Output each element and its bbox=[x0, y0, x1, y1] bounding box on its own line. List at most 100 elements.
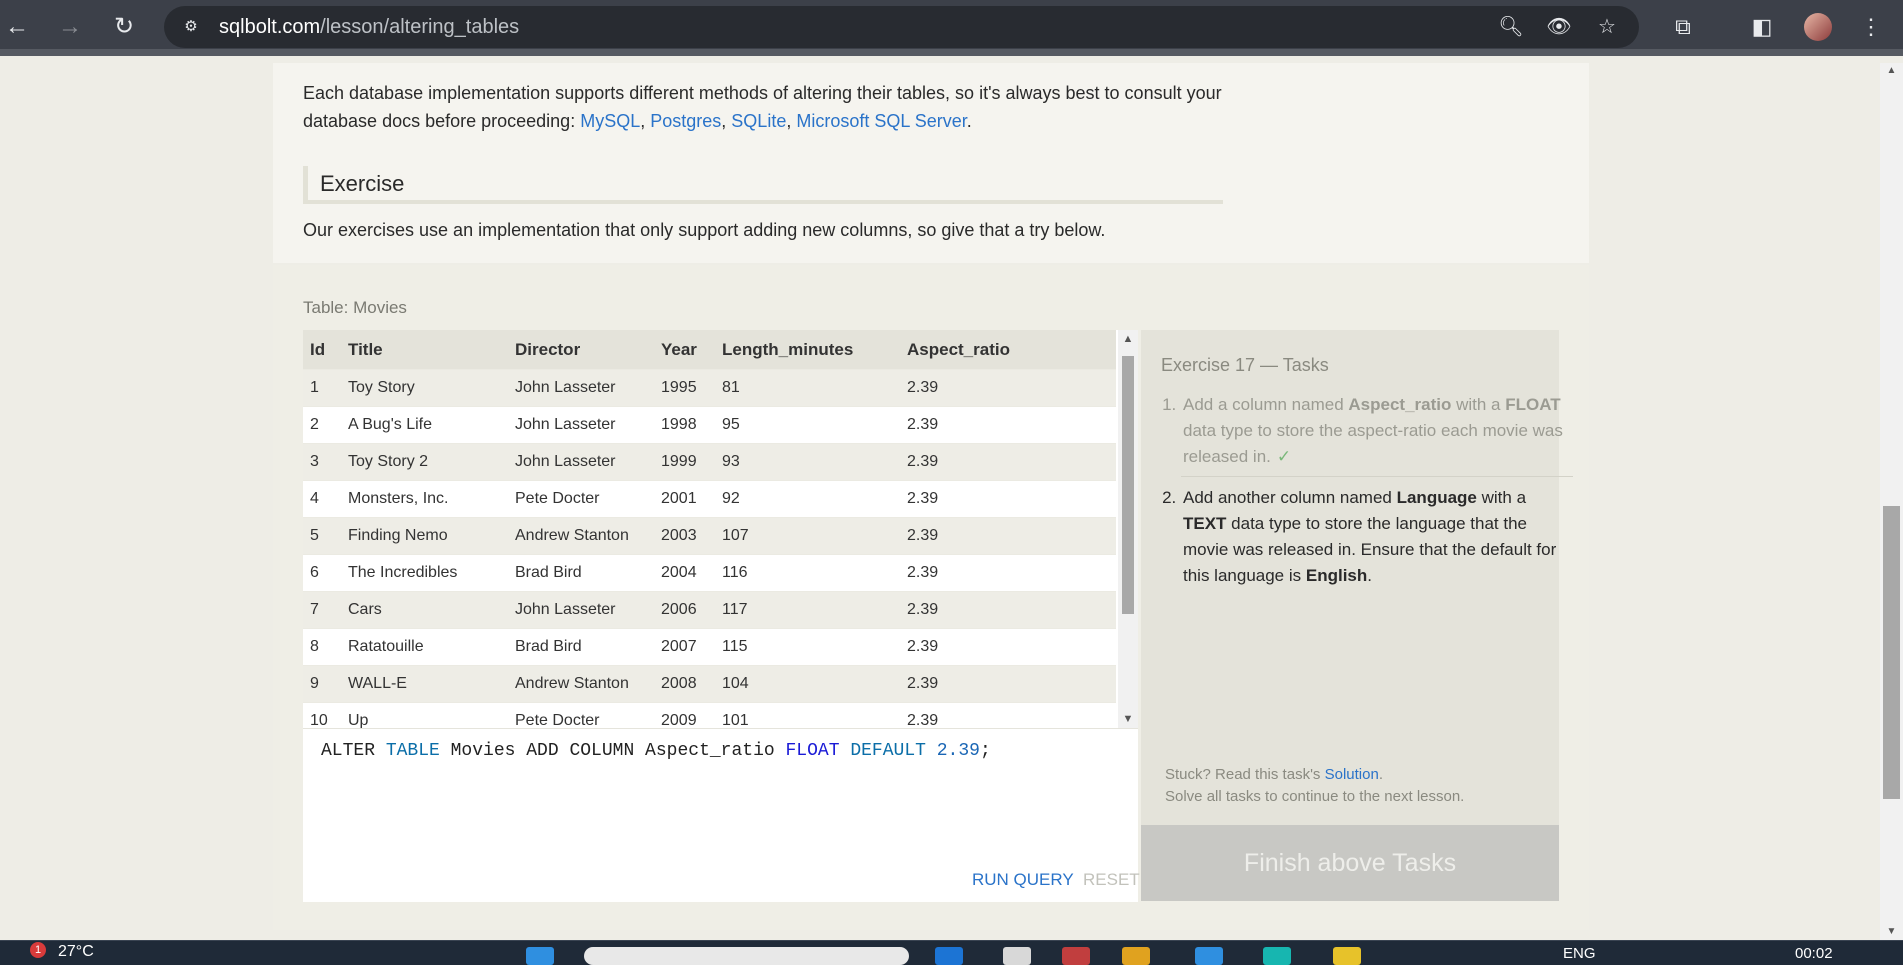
sql-token: TABLE bbox=[385, 741, 440, 761]
movies-table: Id Title Director Year Length_minutes As… bbox=[303, 330, 1116, 728]
language-indicator[interactable]: ENG bbox=[1563, 945, 1596, 962]
table-scrollbar[interactable]: ▲ ▼ bbox=[1118, 330, 1138, 728]
start-icon[interactable] bbox=[526, 947, 554, 965]
cell-aspect-ratio: 2.39 bbox=[900, 628, 1116, 666]
cell-year: 2009 bbox=[654, 702, 715, 728]
url-text[interactable]: sqlbolt.com/lesson/altering_tables bbox=[219, 16, 519, 39]
exercise-heading: Exercise bbox=[303, 166, 1223, 204]
sql-token: FLOAT bbox=[785, 741, 840, 761]
sql-editor[interactable]: ALTER TABLE Movies ADD COLUMN Aspect_rat… bbox=[303, 728, 1140, 902]
weather-widget[interactable]: 27°C bbox=[58, 943, 94, 961]
taskbar-app-icon[interactable] bbox=[1333, 947, 1361, 965]
link-sql-server[interactable]: Microsoft SQL Server bbox=[796, 111, 966, 131]
table-row: 3 Toy Story 2 John Lasseter 1999 93 2.39 bbox=[303, 443, 1116, 481]
cell-year: 2003 bbox=[654, 517, 715, 555]
link-mysql[interactable]: MySQL bbox=[580, 111, 640, 131]
cell-length: 92 bbox=[715, 480, 900, 518]
solution-link[interactable]: Solution bbox=[1325, 766, 1379, 783]
cell-year: 2007 bbox=[654, 628, 715, 666]
cell-length: 104 bbox=[715, 665, 900, 703]
cell-id: 2 bbox=[303, 406, 341, 444]
cell-aspect-ratio: 2.39 bbox=[900, 443, 1116, 481]
taskbar-app-icon[interactable] bbox=[1122, 947, 1150, 965]
taskbar-search[interactable] bbox=[584, 947, 909, 965]
cell-director: John Lasseter bbox=[508, 406, 654, 444]
menu-icon[interactable]: ⋮ bbox=[1856, 12, 1886, 42]
table-row: 5 Finding Nemo Andrew Stanton 2003 107 2.39 bbox=[303, 517, 1116, 555]
cell-year: 1998 bbox=[654, 406, 715, 444]
forward-icon[interactable]: → bbox=[55, 12, 85, 42]
cell-director: John Lasseter bbox=[508, 369, 654, 407]
cell-year: 2004 bbox=[654, 554, 715, 592]
results-table-container: Id Title Director Year Length_minutes As… bbox=[303, 330, 1138, 728]
cell-year: 2001 bbox=[654, 480, 715, 518]
taskbar-app-icon[interactable] bbox=[1062, 947, 1090, 965]
cell-title: Finding Nemo bbox=[341, 517, 508, 555]
taskbar-app-icon[interactable] bbox=[935, 947, 963, 965]
finish-tasks-button[interactable]: Finish above Tasks bbox=[1141, 825, 1559, 901]
cell-title: Toy Story 2 bbox=[341, 443, 508, 481]
page-scroll-down-icon[interactable]: ▼ bbox=[1880, 924, 1903, 940]
os-taskbar: 1 27°C ENG 00:02 bbox=[0, 940, 1903, 965]
page-scroll-up-icon[interactable]: ▲ bbox=[1880, 63, 1903, 79]
table-header-row: Id Title Director Year Length_minutes As… bbox=[303, 330, 1116, 370]
table-scroll-thumb[interactable] bbox=[1122, 356, 1134, 614]
cell-title: Toy Story bbox=[341, 369, 508, 407]
cell-length: 95 bbox=[715, 406, 900, 444]
cell-length: 107 bbox=[715, 517, 900, 555]
taskbar-app-icon[interactable] bbox=[1263, 947, 1291, 965]
cell-title: Up bbox=[341, 702, 508, 728]
checkmark-icon: ✓ bbox=[1276, 447, 1292, 466]
stuck-hint: Stuck? Read this task's Solution. Solve … bbox=[1165, 766, 1465, 805]
table-row: 2A Bug's Life John Lasseter 1998 95 2.39 bbox=[303, 406, 1116, 444]
avatar[interactable] bbox=[1804, 13, 1832, 41]
scroll-down-icon[interactable]: ▼ bbox=[1118, 710, 1138, 728]
back-icon[interactable]: ← bbox=[2, 12, 32, 42]
sql-token: ; bbox=[979, 741, 991, 761]
cell-aspect-ratio: 2.39 bbox=[900, 480, 1116, 518]
cell-year: 1995 bbox=[654, 369, 715, 407]
page-scroll-thumb[interactable] bbox=[1883, 506, 1900, 799]
table-row: 10 Up Pete Docter 2009 101 2.39 bbox=[303, 702, 1116, 728]
site-info-icon[interactable]: ⚙ bbox=[176, 12, 206, 42]
link-postgres[interactable]: Postgres bbox=[650, 111, 721, 131]
run-query-button[interactable]: RUN QUERY bbox=[972, 870, 1074, 890]
page-scrollbar[interactable]: ▲ ▼ bbox=[1880, 63, 1903, 940]
cell-id: 9 bbox=[303, 665, 341, 703]
tasks-panel: Exercise 17 — Tasks Add a column named A… bbox=[1141, 330, 1573, 825]
cell-length: 115 bbox=[715, 628, 900, 666]
zoom-icon[interactable]: 🔍︎ bbox=[1498, 14, 1524, 40]
cell-id: 3 bbox=[303, 443, 341, 481]
scroll-up-icon[interactable]: ▲ bbox=[1118, 330, 1138, 348]
reload-icon[interactable]: ↻ bbox=[109, 12, 139, 42]
exercise-description: Our exercises use an implementation that… bbox=[303, 220, 1106, 240]
table-row: 4 Monsters, Inc. Pete Docter 2001 92 2.39 bbox=[303, 480, 1116, 518]
column-header-aspect-ratio: Aspect_ratio bbox=[900, 330, 1116, 370]
extensions-icon[interactable]: ⧉ bbox=[1668, 12, 1698, 42]
bookmark-star-icon[interactable]: ☆ bbox=[1594, 14, 1620, 40]
cell-id: 8 bbox=[303, 628, 341, 666]
cell-director: John Lasseter bbox=[508, 443, 654, 481]
sql-query-text[interactable]: ALTER TABLE Movies ADD COLUMN Aspect_rat… bbox=[321, 741, 991, 761]
cell-director: Andrew Stanton bbox=[508, 517, 654, 555]
eye-off-icon[interactable]: 👁︎ bbox=[1546, 14, 1572, 40]
browser-toolbar: ← → ↻ ⚙ sqlbolt.com/lesson/altering_tabl… bbox=[0, 0, 1903, 56]
cell-aspect-ratio: 2.39 bbox=[900, 554, 1116, 592]
cell-aspect-ratio: 2.39 bbox=[900, 369, 1116, 407]
taskbar-app-icon[interactable] bbox=[1003, 947, 1031, 965]
side-panel-icon[interactable]: ◧ bbox=[1747, 12, 1777, 42]
link-sqlite[interactable]: SQLite bbox=[731, 111, 786, 131]
address-bar[interactable]: ⚙ sqlbolt.com/lesson/altering_tables 🔍︎ … bbox=[164, 6, 1639, 48]
cell-id: 7 bbox=[303, 591, 341, 629]
cell-id: 6 bbox=[303, 554, 341, 592]
reset-button[interactable]: RESET bbox=[1083, 870, 1140, 890]
cell-year: 1999 bbox=[654, 443, 715, 481]
table-label: Table: Movies bbox=[303, 298, 407, 317]
column-header-title: Title bbox=[341, 330, 508, 370]
taskbar-app-icon[interactable] bbox=[1195, 947, 1223, 965]
clock[interactable]: 00:02 bbox=[1795, 945, 1833, 962]
cell-id: 1 bbox=[303, 369, 341, 407]
cell-title: The Incredibles bbox=[341, 554, 508, 592]
cell-aspect-ratio: 2.39 bbox=[900, 591, 1116, 629]
